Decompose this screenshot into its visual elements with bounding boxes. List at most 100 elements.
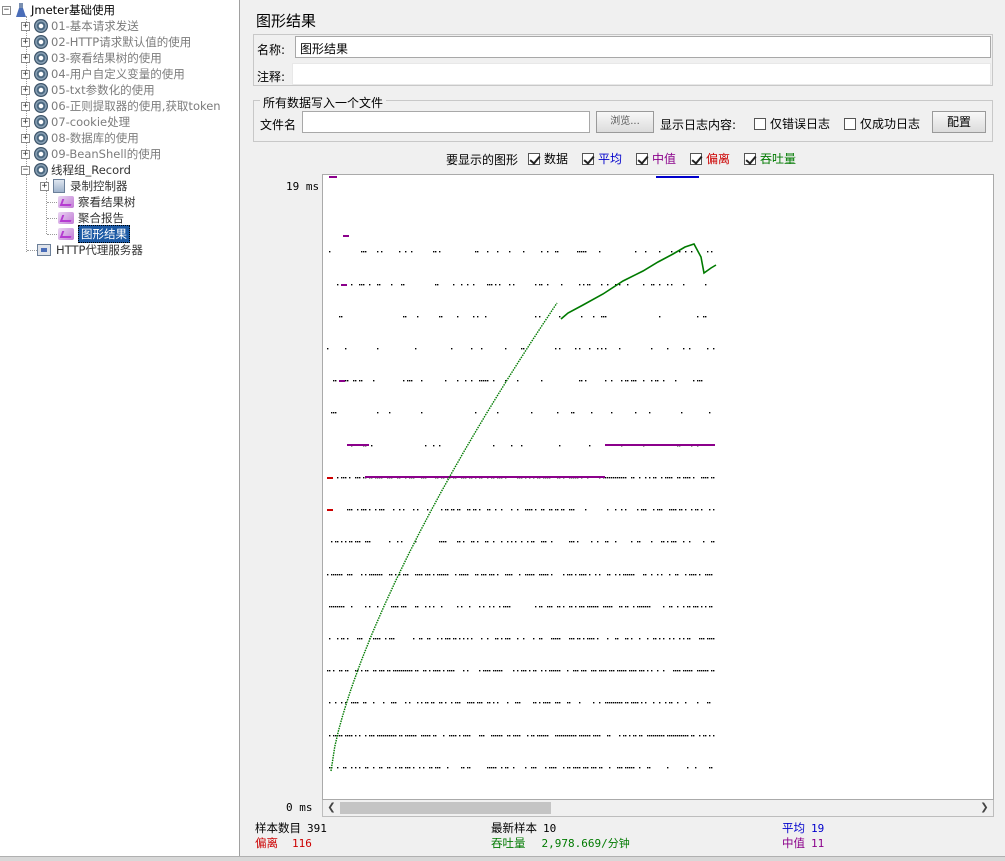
data-point — [685, 735, 687, 737]
data-point — [459, 509, 461, 511]
expand-icon[interactable]: + — [21, 117, 30, 127]
data-point — [653, 284, 655, 286]
marker-point — [327, 477, 333, 479]
sample-count-stat: 样本数目 391 — [255, 820, 327, 836]
data-point — [627, 702, 629, 704]
expand-icon[interactable]: + — [40, 181, 49, 191]
tree-item-03[interactable]: +03-察看结果树的使用 — [21, 50, 162, 66]
data-point — [699, 670, 701, 672]
data-point — [547, 735, 549, 737]
data-point — [439, 702, 441, 704]
expand-icon[interactable]: + — [21, 149, 30, 159]
expand-icon[interactable]: + — [21, 21, 30, 31]
checkbox-checked-icon[interactable] — [690, 153, 702, 165]
tree-item-label: 聚合报告 — [78, 211, 124, 225]
collapse-icon[interactable]: − — [2, 5, 11, 15]
collapse-icon[interactable]: − — [21, 165, 30, 175]
show-deviation-checkbox[interactable]: 偏离 — [690, 150, 730, 167]
browse-button[interactable]: 浏览... — [596, 111, 654, 133]
scroll-left-icon[interactable]: ❮ — [323, 800, 340, 816]
tree-item-05[interactable]: +05-txt参数化的使用 — [21, 82, 155, 98]
checkbox-checked-icon[interactable] — [744, 153, 756, 165]
test-plan-tree[interactable]: − Jmeter基础使用 +01-基本请求发送 +02-HTTP请求默认值的使用… — [0, 0, 240, 856]
data-point — [499, 284, 501, 286]
expand-icon[interactable]: + — [21, 101, 30, 111]
tree-item-thread-group[interactable]: − 线程组_Record — [21, 162, 131, 178]
tree-item-01[interactable]: +01-基本请求发送 — [21, 18, 139, 34]
data-point — [341, 541, 343, 543]
checkbox-icon[interactable] — [844, 118, 856, 130]
data-point — [595, 670, 597, 672]
data-point — [649, 412, 651, 414]
data-point — [333, 574, 335, 576]
tree-item-07[interactable]: +07-cookie处理 — [21, 114, 130, 130]
checkbox-checked-icon[interactable] — [582, 153, 594, 165]
data-point — [701, 380, 703, 382]
name-input[interactable]: 图形结果 — [295, 36, 991, 58]
sample-count-label: 样本数目 — [255, 821, 301, 835]
tree-root[interactable]: − Jmeter基础使用 — [2, 2, 115, 18]
data-point — [711, 574, 713, 576]
data-point — [375, 670, 377, 672]
tree-item-02[interactable]: +02-HTTP请求默认值的使用 — [21, 34, 191, 50]
expand-icon[interactable]: + — [21, 37, 30, 47]
data-point — [669, 509, 671, 511]
data-point — [421, 735, 423, 737]
data-point — [597, 348, 599, 350]
expand-icon[interactable]: + — [21, 85, 30, 95]
data-point — [601, 348, 603, 350]
tree-item-http-proxy[interactable]: HTTP代理服务器 — [37, 242, 143, 258]
checkbox-checked-icon[interactable] — [636, 153, 648, 165]
data-point — [643, 509, 645, 511]
show-data-label: 数据 — [544, 152, 569, 166]
data-point — [585, 380, 587, 382]
comment-input[interactable] — [292, 63, 991, 85]
data-point — [481, 638, 483, 640]
data-point — [445, 509, 447, 511]
data-point — [679, 735, 681, 737]
expand-icon[interactable]: + — [21, 133, 30, 143]
tree-item-graph-results[interactable]: 图形结果 — [58, 225, 130, 243]
tree-item-08[interactable]: +08-数据库的使用 — [21, 130, 139, 146]
data-point — [493, 735, 495, 737]
data-point — [701, 606, 703, 608]
data-point — [547, 251, 549, 253]
listener-icon — [58, 228, 74, 240]
scroll-thumb[interactable] — [340, 802, 551, 814]
horizontal-scrollbar[interactable]: ❮ ❯ — [322, 800, 994, 817]
errors-only-checkbox[interactable]: 仅错误日志 — [754, 115, 830, 132]
show-median-checkbox[interactable]: 中值 — [636, 150, 676, 167]
filename-input[interactable] — [302, 111, 590, 133]
tree-item-recording-controller[interactable]: + 录制控制器 — [40, 178, 128, 194]
data-point — [691, 670, 693, 672]
show-throughput-checkbox[interactable]: 吞吐量 — [744, 150, 796, 167]
data-point — [641, 702, 643, 704]
data-point — [589, 735, 591, 737]
tree-item-06[interactable]: +06-正则提取器的使用,获取token — [21, 98, 221, 114]
data-point — [485, 380, 487, 382]
data-point — [433, 445, 435, 447]
show-average-checkbox[interactable]: 平均 — [582, 150, 622, 167]
data-point — [551, 670, 553, 672]
show-data-checkbox[interactable]: 数据 — [528, 150, 568, 167]
expand-icon[interactable]: + — [21, 53, 30, 63]
data-point — [403, 606, 405, 608]
tree-item-09[interactable]: +09-BeanShell的使用 — [21, 146, 161, 162]
data-point — [343, 477, 345, 479]
tree-item-view-results-tree[interactable]: 察看结果树 — [58, 194, 136, 210]
success-only-checkbox[interactable]: 仅成功日志 — [844, 115, 920, 132]
checkbox-icon[interactable] — [754, 118, 766, 130]
scroll-right-icon[interactable]: ❯ — [976, 800, 993, 816]
data-point — [661, 735, 663, 737]
config-button[interactable]: 配置 — [932, 111, 986, 133]
data-point — [559, 348, 561, 350]
data-point — [681, 509, 683, 511]
tree-item-04[interactable]: +04-用户自定义变量的使用 — [21, 66, 185, 82]
data-point — [697, 702, 699, 704]
data-point — [377, 284, 379, 286]
data-point — [329, 702, 331, 704]
tree-item-aggregate-report[interactable]: 聚合报告 — [58, 210, 124, 226]
checkbox-checked-icon[interactable] — [528, 153, 540, 165]
expand-icon[interactable]: + — [21, 69, 30, 79]
data-point — [491, 284, 493, 286]
